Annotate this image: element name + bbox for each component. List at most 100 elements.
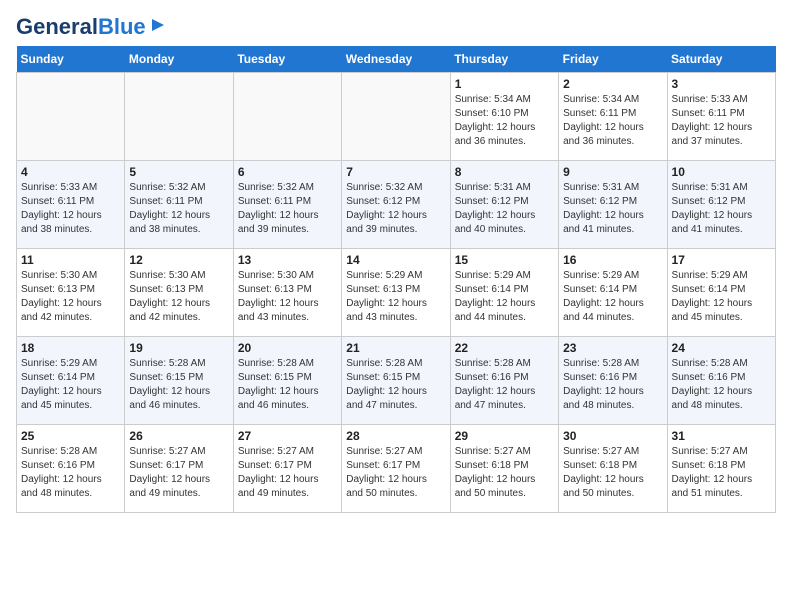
day-number: 15: [455, 253, 554, 267]
day-info: Sunrise: 5:28 AM Sunset: 6:16 PM Dayligh…: [21, 445, 120, 501]
day-number: 17: [672, 253, 771, 267]
day-info: Sunrise: 5:27 AM Sunset: 6:18 PM Dayligh…: [563, 445, 662, 501]
day-number: 2: [563, 77, 662, 91]
weekday-header-friday: Friday: [559, 46, 667, 73]
day-number: 18: [21, 341, 120, 355]
calendar-cell: 27Sunrise: 5:27 AM Sunset: 6:17 PM Dayli…: [233, 425, 341, 513]
calendar-cell: [17, 73, 125, 161]
day-info: Sunrise: 5:30 AM Sunset: 6:13 PM Dayligh…: [21, 269, 120, 325]
logo: GeneralBlue: [16, 16, 168, 38]
day-number: 12: [129, 253, 228, 267]
day-info: Sunrise: 5:29 AM Sunset: 6:13 PM Dayligh…: [346, 269, 445, 325]
calendar-cell: 22 Sunrise: 5:28 AM Sunset: 6:16 PM Dayli…: [450, 337, 558, 425]
day-info: Sunrise: 5:31 AM Sunset: 6:12 PM Dayligh…: [563, 181, 662, 237]
day-number: 11: [21, 253, 120, 267]
calendar-cell: 25Sunrise: 5:28 AM Sunset: 6:16 PM Dayli…: [17, 425, 125, 513]
calendar-week-3: 11 Sunrise: 5:30 AM Sunset: 6:13 PM Dayli…: [17, 249, 776, 337]
calendar-week-2: 4Sunrise: 5:33 AM Sunset: 6:11 PM Daylig…: [17, 161, 776, 249]
calendar-cell: 23Sunrise: 5:28 AM Sunset: 6:16 PM Dayli…: [559, 337, 667, 425]
calendar-cell: 3 Sunrise: 5:33 AM Sunset: 6:11 PM Daylig…: [667, 73, 775, 161]
weekday-header-monday: Monday: [125, 46, 233, 73]
calendar-cell: 11 Sunrise: 5:30 AM Sunset: 6:13 PM Dayli…: [17, 249, 125, 337]
page-header: GeneralBlue: [16, 16, 776, 38]
day-info: Sunrise: 5:31 AM Sunset: 6:12 PM Dayligh…: [672, 181, 771, 237]
day-number: 20: [238, 341, 337, 355]
weekday-header-row: SundayMondayTuesdayWednesdayThursdayFrid…: [17, 46, 776, 73]
day-info: Sunrise: 5:27 AM Sunset: 6:18 PM Dayligh…: [672, 445, 771, 501]
day-number: 6: [238, 165, 337, 179]
calendar-cell: 31 Sunrise: 5:27 AM Sunset: 6:18 PM Dayli…: [667, 425, 775, 513]
calendar-cell: 9 Sunrise: 5:31 AM Sunset: 6:12 PM Daylig…: [559, 161, 667, 249]
calendar-week-4: 18 Sunrise: 5:29 AM Sunset: 6:14 PM Dayli…: [17, 337, 776, 425]
calendar-cell: 14 Sunrise: 5:29 AM Sunset: 6:13 PM Dayli…: [342, 249, 450, 337]
calendar-body: 1 Sunrise: 5:34 AM Sunset: 6:10 PM Daylig…: [17, 73, 776, 513]
calendar-cell: 6Sunrise: 5:32 AM Sunset: 6:11 PM Daylig…: [233, 161, 341, 249]
day-number: 28: [346, 429, 445, 443]
day-info: Sunrise: 5:27 AM Sunset: 6:18 PM Dayligh…: [455, 445, 554, 501]
weekday-header-thursday: Thursday: [450, 46, 558, 73]
calendar-cell: 28 Sunrise: 5:27 AM Sunset: 6:17 PM Dayli…: [342, 425, 450, 513]
day-number: 8: [455, 165, 554, 179]
day-info: Sunrise: 5:34 AM Sunset: 6:11 PM Dayligh…: [563, 93, 662, 149]
day-info: Sunrise: 5:32 AM Sunset: 6:11 PM Dayligh…: [129, 181, 228, 237]
calendar-cell: 2 Sunrise: 5:34 AM Sunset: 6:11 PM Daylig…: [559, 73, 667, 161]
day-number: 29: [455, 429, 554, 443]
day-number: 1: [455, 77, 554, 91]
day-number: 3: [672, 77, 771, 91]
day-number: 19: [129, 341, 228, 355]
calendar-cell: 19 Sunrise: 5:28 AM Sunset: 6:15 PM Dayli…: [125, 337, 233, 425]
day-number: 9: [563, 165, 662, 179]
day-info: Sunrise: 5:27 AM Sunset: 6:17 PM Dayligh…: [129, 445, 228, 501]
day-number: 13: [238, 253, 337, 267]
calendar-cell: 24 Sunrise: 5:28 AM Sunset: 6:16 PM Dayli…: [667, 337, 775, 425]
calendar-cell: [233, 73, 341, 161]
day-info: Sunrise: 5:30 AM Sunset: 6:13 PM Dayligh…: [129, 269, 228, 325]
day-number: 10: [672, 165, 771, 179]
day-info: Sunrise: 5:28 AM Sunset: 6:16 PM Dayligh…: [455, 357, 554, 413]
day-number: 23: [563, 341, 662, 355]
calendar-cell: 7 Sunrise: 5:32 AM Sunset: 6:12 PM Daylig…: [342, 161, 450, 249]
calendar-cell: 21 Sunrise: 5:28 AM Sunset: 6:15 PM Dayli…: [342, 337, 450, 425]
day-info: Sunrise: 5:34 AM Sunset: 6:10 PM Dayligh…: [455, 93, 554, 149]
calendar-cell: 4Sunrise: 5:33 AM Sunset: 6:11 PM Daylig…: [17, 161, 125, 249]
calendar-cell: 15 Sunrise: 5:29 AM Sunset: 6:14 PM Dayli…: [450, 249, 558, 337]
day-number: 30: [563, 429, 662, 443]
day-number: 21: [346, 341, 445, 355]
calendar-cell: 5 Sunrise: 5:32 AM Sunset: 6:11 PM Daylig…: [125, 161, 233, 249]
calendar-cell: 8 Sunrise: 5:31 AM Sunset: 6:12 PM Daylig…: [450, 161, 558, 249]
day-number: 14: [346, 253, 445, 267]
calendar-cell: 13Sunrise: 5:30 AM Sunset: 6:13 PM Dayli…: [233, 249, 341, 337]
calendar-cell: 29 Sunrise: 5:27 AM Sunset: 6:18 PM Dayli…: [450, 425, 558, 513]
calendar-header: SundayMondayTuesdayWednesdayThursdayFrid…: [17, 46, 776, 73]
day-info: Sunrise: 5:31 AM Sunset: 6:12 PM Dayligh…: [455, 181, 554, 237]
day-number: 7: [346, 165, 445, 179]
day-number: 24: [672, 341, 771, 355]
day-info: Sunrise: 5:27 AM Sunset: 6:17 PM Dayligh…: [346, 445, 445, 501]
day-info: Sunrise: 5:29 AM Sunset: 6:14 PM Dayligh…: [455, 269, 554, 325]
weekday-header-wednesday: Wednesday: [342, 46, 450, 73]
day-info: Sunrise: 5:28 AM Sunset: 6:15 PM Dayligh…: [346, 357, 445, 413]
day-info: Sunrise: 5:33 AM Sunset: 6:11 PM Dayligh…: [672, 93, 771, 149]
day-number: 16: [563, 253, 662, 267]
calendar-table: SundayMondayTuesdayWednesdayThursdayFrid…: [16, 46, 776, 513]
calendar-cell: 1 Sunrise: 5:34 AM Sunset: 6:10 PM Daylig…: [450, 73, 558, 161]
logo-arrow-icon: [148, 15, 168, 35]
calendar-week-1: 1 Sunrise: 5:34 AM Sunset: 6:10 PM Daylig…: [17, 73, 776, 161]
day-info: Sunrise: 5:29 AM Sunset: 6:14 PM Dayligh…: [672, 269, 771, 325]
day-info: Sunrise: 5:32 AM Sunset: 6:12 PM Dayligh…: [346, 181, 445, 237]
day-number: 5: [129, 165, 228, 179]
calendar-cell: 26 Sunrise: 5:27 AM Sunset: 6:17 PM Dayli…: [125, 425, 233, 513]
day-info: Sunrise: 5:29 AM Sunset: 6:14 PM Dayligh…: [563, 269, 662, 325]
day-info: Sunrise: 5:29 AM Sunset: 6:14 PM Dayligh…: [21, 357, 120, 413]
calendar-cell: 17 Sunrise: 5:29 AM Sunset: 6:14 PM Dayli…: [667, 249, 775, 337]
calendar-cell: 16 Sunrise: 5:29 AM Sunset: 6:14 PM Dayli…: [559, 249, 667, 337]
calendar-cell: 30 Sunrise: 5:27 AM Sunset: 6:18 PM Dayli…: [559, 425, 667, 513]
calendar-cell: [125, 73, 233, 161]
calendar-cell: [342, 73, 450, 161]
calendar-cell: 20Sunrise: 5:28 AM Sunset: 6:15 PM Dayli…: [233, 337, 341, 425]
day-info: Sunrise: 5:28 AM Sunset: 6:15 PM Dayligh…: [129, 357, 228, 413]
day-number: 22: [455, 341, 554, 355]
day-info: Sunrise: 5:28 AM Sunset: 6:16 PM Dayligh…: [672, 357, 771, 413]
day-number: 31: [672, 429, 771, 443]
day-number: 26: [129, 429, 228, 443]
